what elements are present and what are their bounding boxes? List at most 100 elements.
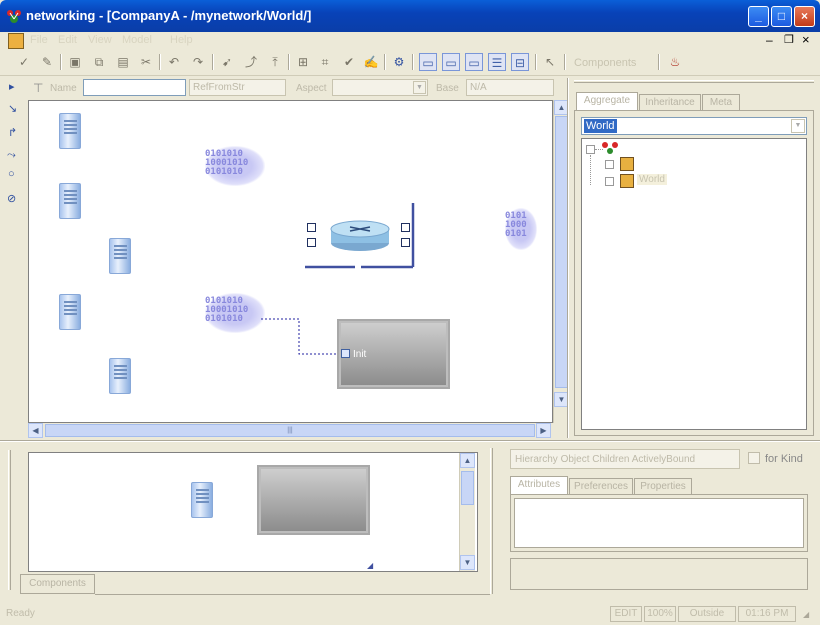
components-label[interactable]: Components <box>574 57 636 69</box>
menu-model[interactable]: Model <box>122 34 152 46</box>
paste-icon[interactable]: ▤ <box>114 53 132 71</box>
minimize-button[interactable]: _ <box>748 6 769 27</box>
components-panel[interactable]: ◢ <box>28 452 478 572</box>
browser-combo[interactable]: World ▼ <box>581 117 807 135</box>
mdi-close-icon[interactable]: × <box>802 32 810 47</box>
zoom-icon[interactable]: ⌗ <box>316 53 334 71</box>
tree-expander-icon[interactable] <box>586 145 595 154</box>
view-icon[interactable]: ▭ <box>465 53 483 71</box>
tree-expander-icon[interactable] <box>605 160 614 169</box>
cut-icon[interactable]: ✂ <box>137 53 155 71</box>
pencil-icon[interactable]: ✎ <box>38 53 56 71</box>
resize-grip-icon[interactable]: ◢ <box>803 610 809 619</box>
menu-view[interactable]: View <box>88 34 112 46</box>
port-icon[interactable] <box>307 238 316 247</box>
tab-meta[interactable]: Meta <box>702 94 740 110</box>
document-icon[interactable] <box>8 33 24 49</box>
network-cloud-icon[interactable]: 0101010 10001010 0101010 <box>205 146 265 186</box>
disconnect-tool-icon[interactable]: ↱ <box>8 126 17 139</box>
scroll-right-icon[interactable]: ▶ <box>536 423 551 438</box>
port-icon[interactable] <box>307 223 316 232</box>
tab-properties[interactable]: Properties <box>634 478 692 494</box>
view-icon[interactable]: ⊟ <box>511 53 529 71</box>
visualize-tool-icon[interactable]: ⊘ <box>7 192 16 205</box>
server-icon[interactable] <box>109 238 131 274</box>
tab-aggregate[interactable]: Aggregate <box>576 92 638 110</box>
connect-tool-icon[interactable]: ↘ <box>8 102 17 115</box>
zoom-tool-icon[interactable]: ○ <box>8 168 15 180</box>
scroll-left-icon[interactable]: ◀ <box>28 423 43 438</box>
dropdown-arrow-icon[interactable]: ▼ <box>413 81 426 94</box>
view-icon[interactable]: ▭ <box>419 53 437 71</box>
port-icon[interactable] <box>401 223 410 232</box>
save-icon[interactable]: ▣ <box>66 53 84 71</box>
model-box[interactable] <box>257 465 370 535</box>
interpret-icon[interactable]: ⚙ <box>390 53 408 71</box>
set-tool-icon[interactable]: ⤳ <box>7 149 16 162</box>
horizontal-splitter[interactable] <box>0 440 820 442</box>
scroll-thumb[interactable]: ||| <box>45 424 535 437</box>
attributes-list[interactable] <box>514 498 804 548</box>
panel-gripper[interactable] <box>490 448 493 594</box>
tab-components[interactable]: Components <box>20 574 95 594</box>
undo-icon[interactable]: ↶ <box>165 53 183 71</box>
tree-item-world[interactable]: World <box>637 174 667 185</box>
select-tool-icon[interactable]: ▸ <box>9 80 15 93</box>
help-pointer-icon[interactable]: ↖ <box>541 53 559 71</box>
tree-expander-icon[interactable] <box>605 177 614 186</box>
connect-icon[interactable]: ⤴ <box>242 53 260 71</box>
port-icon[interactable] <box>401 238 410 247</box>
server-icon[interactable] <box>59 294 81 330</box>
router-icon <box>305 203 415 269</box>
server-icon[interactable] <box>59 113 81 149</box>
java-icon[interactable]: ♨ <box>666 53 684 71</box>
server-icon[interactable] <box>59 183 81 219</box>
model-icon[interactable] <box>620 174 634 188</box>
components-vscroll[interactable]: ▲ ▼ <box>459 453 475 571</box>
scroll-down-icon[interactable]: ▼ <box>460 555 475 570</box>
panel-gripper[interactable] <box>8 450 11 590</box>
canvas-hscroll[interactable]: ◀ ||| ▶ <box>28 423 553 439</box>
edit-mode-icon[interactable]: ✍ <box>362 53 380 71</box>
model-canvas[interactable]: 0101010 10001010 0101010 0101010 1000101… <box>28 100 553 423</box>
aspect-label: Aspect <box>296 83 327 94</box>
router-node[interactable] <box>305 203 415 273</box>
connection-line[interactable] <box>259 311 349 361</box>
view-icon[interactable]: ▭ <box>442 53 460 71</box>
network-cloud-icon[interactable]: 0101 1000 0101 <box>505 208 537 250</box>
scroll-thumb[interactable] <box>461 471 474 505</box>
maximize-button[interactable]: □ <box>771 6 792 27</box>
vertical-splitter[interactable] <box>567 78 569 438</box>
visualize-icon[interactable]: ✔ <box>340 53 358 71</box>
model-icon[interactable] <box>620 157 634 171</box>
tab-attributes[interactable]: Attributes <box>510 476 568 494</box>
init-port-icon[interactable] <box>341 349 350 358</box>
server-icon[interactable] <box>191 482 213 518</box>
redo-icon[interactable]: ↷ <box>189 53 207 71</box>
view-icon[interactable]: ☰ <box>488 53 506 71</box>
browser-gripper[interactable] <box>574 80 814 83</box>
dropdown-arrow-icon[interactable]: ▼ <box>791 119 805 133</box>
tab-inheritance[interactable]: Inheritance <box>639 94 701 110</box>
close-button[interactable]: × <box>794 6 815 27</box>
server-icon[interactable] <box>109 358 131 394</box>
menu-help[interactable]: Help <box>170 34 193 46</box>
pointer-icon[interactable]: ➹ <box>218 53 236 71</box>
root-model-icon[interactable] <box>602 141 618 158</box>
set-mode-icon[interactable]: ⊞ <box>294 53 312 71</box>
pin-icon[interactable]: ⊤ <box>33 81 43 95</box>
aspect-select[interactable]: ▼ <box>332 79 428 96</box>
copy-icon[interactable]: ⧉ <box>90 53 108 71</box>
menu-file[interactable]: File <box>30 34 48 46</box>
mdi-restore-icon[interactable]: ❐ <box>784 33 794 46</box>
scroll-up-icon[interactable]: ▲ <box>460 453 475 468</box>
for-kind-checkbox[interactable] <box>748 452 760 464</box>
tab-preferences[interactable]: Preferences <box>569 478 633 494</box>
name-field[interactable] <box>83 79 186 96</box>
tree-view[interactable]: World <box>581 138 807 430</box>
check-icon[interactable]: ✓ <box>15 53 33 71</box>
menu-edit[interactable]: Edit <box>58 34 77 46</box>
mdi-minimize-icon[interactable]: – <box>766 33 773 47</box>
network-cloud-icon[interactable]: 0101010 10001010 0101010 <box>205 293 265 333</box>
disconnect-icon[interactable]: ⤒ <box>266 53 284 71</box>
